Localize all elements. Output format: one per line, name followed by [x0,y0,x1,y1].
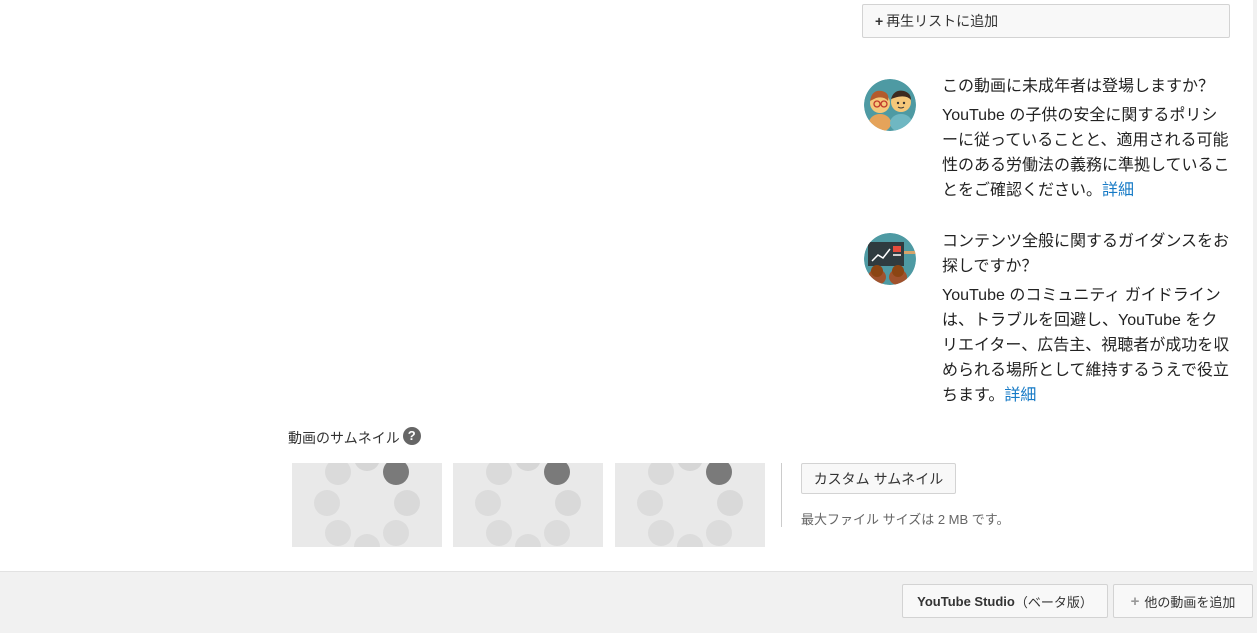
add-to-playlist-label: 再生リストに追加 [886,13,999,29]
guidance-title: コンテンツ全般に関するガイダンスをお探しですか？ [942,233,1230,275]
help-icon[interactable]: ? [402,427,421,445]
upload-panel: + 再生リストに追加 この動画に未成年者は登場しますか？ YouTube の子供… [0,0,1253,572]
add-to-playlist-button[interactable]: + 再生リストに追加 [862,4,1230,38]
custom-thumbnail-button[interactable]: カスタム サムネイル [801,463,956,494]
loading-spinner-icon [475,463,581,547]
thumbnail-option-2[interactable] [453,463,603,547]
minors-info: この動画に未成年者は登場しますか？ YouTube の子供の安全に関するポリシー… [942,74,1232,203]
thumbnail-option-3[interactable] [615,463,765,547]
scrollbar-gutter [1253,0,1257,571]
thumbnail-section-label: 動画のサムネイル ? [288,427,421,448]
presentation-illustration-icon [864,233,916,285]
guidance-body: YouTube のコミュニティ ガイドラインは、トラブルを回避し、YouTube… [942,287,1230,404]
guidance-info: コンテンツ全般に関するガイダンスをお探しですか？ YouTube のコミュニティ… [942,229,1232,408]
loading-spinner-icon [314,463,420,547]
add-more-videos-label: 他の動画を追加 [1144,594,1236,610]
youtube-studio-button[interactable]: YouTube Studio （ベータ版） [902,584,1108,618]
plus-icon: + [875,13,884,29]
add-more-videos-button[interactable]: + 他の動画を追加 [1113,584,1253,618]
max-file-size-note: 最大ファイル サイズは 2 MB です。 [801,512,1010,527]
loading-spinner-icon [637,463,743,547]
thumbnail-label-text: 動画のサムネイル [288,430,400,446]
thumbnail-option-1[interactable] [292,463,442,547]
guidance-learn-more-link[interactable]: 詳細 [1004,387,1036,404]
minors-learn-more-link[interactable]: 詳細 [1102,182,1134,199]
kids-illustration-icon [864,79,916,131]
minors-body: YouTube の子供の安全に関するポリシーに従っていることと、適用される可能性… [942,107,1230,199]
minors-title: この動画に未成年者は登場しますか？ [942,78,1215,95]
thumbnail-divider [781,463,782,527]
studio-beta-label: （ベータ版） [1014,594,1093,610]
studio-label: YouTube Studio [917,593,1015,609]
plus-icon: + [1130,592,1140,610]
